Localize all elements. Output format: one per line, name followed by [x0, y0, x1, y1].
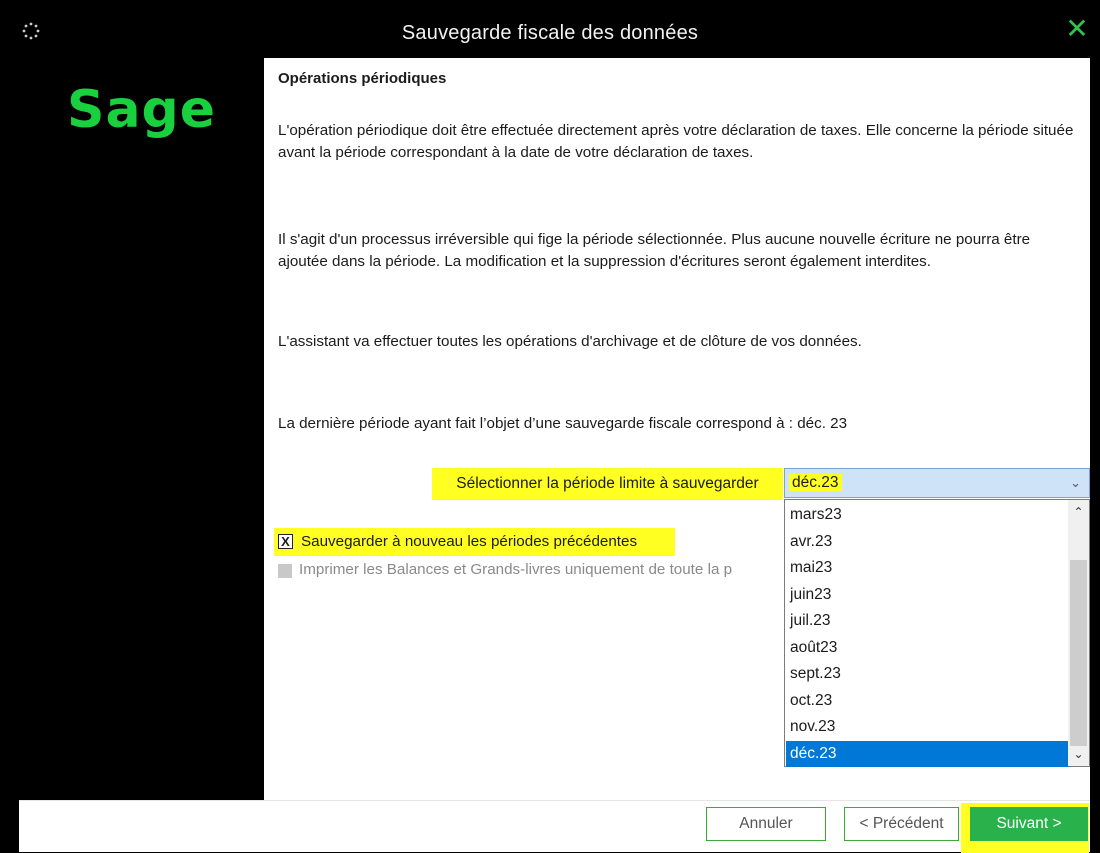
intro-paragraph: L'opération périodique doit être effectu…: [278, 122, 1074, 161]
assistant-paragraph: L'assistant va effectuer toutes les opér…: [278, 333, 862, 350]
window-title: Sauvegarde fiscale des données: [401, 22, 699, 44]
title-bar: Sauvegarde fiscale des données ✕: [0, 0, 1100, 58]
resave-periods-checkbox[interactable]: X Sauvegarder à nouveau les périodes pré…: [274, 528, 675, 556]
period-option[interactable]: sept.23: [786, 661, 1069, 688]
period-option[interactable]: juil.23: [786, 608, 1069, 635]
period-select-label: Sélectionner la période limite à sauvega…: [432, 468, 783, 500]
period-option[interactable]: mai23: [786, 555, 1069, 582]
checkbox-box-disabled: [278, 564, 292, 578]
print-balances-checkbox: Imprimer les Balances et Grands-livres u…: [278, 561, 783, 583]
period-option[interactable]: nov.23: [786, 714, 1069, 741]
period-select[interactable]: déc.23 ⌄: [784, 468, 1090, 498]
resave-periods-label: Sauvegarder à nouveau les périodes précé…: [301, 533, 638, 550]
print-balances-label: Imprimer les Balances et Grands-livres u…: [299, 561, 733, 578]
period-option[interactable]: oct.23: [786, 688, 1069, 715]
close-icon[interactable]: ✕: [1064, 14, 1090, 44]
period-option[interactable]: avr.23: [786, 529, 1069, 556]
checkbox-box[interactable]: X: [278, 534, 293, 549]
wizard-footer: Annuler < Précédent Suivant >: [19, 800, 1090, 853]
period-option[interactable]: août23: [786, 635, 1069, 662]
next-button[interactable]: Suivant >: [970, 807, 1088, 841]
previous-button[interactable]: < Précédent: [844, 807, 959, 841]
last-period-paragraph: La dernière période ayant fait l’objet d…: [278, 415, 848, 432]
warning-paragraph: Il s'agit d'un processus irréversible qu…: [278, 231, 1031, 270]
scroll-down-icon[interactable]: ⌄: [1068, 744, 1089, 764]
wizard-content: Opérations périodiques L'opération pério…: [264, 58, 1090, 800]
period-option[interactable]: déc.23: [786, 740, 1069, 767]
period-dropdown-list[interactable]: mars23 avr.23 mai23 juin23 juil.23 août23 sept…: [784, 499, 1090, 767]
scroll-up-icon[interactable]: ⌃: [1068, 502, 1089, 522]
page-title: Opérations périodiques: [278, 70, 447, 87]
period-option[interactable]: mars23: [786, 502, 1069, 529]
cancel-button[interactable]: Annuler: [706, 807, 826, 841]
sage-logo: Sage: [67, 80, 217, 140]
sidebar: Sage: [19, 58, 264, 800]
period-select-value: déc.23: [789, 474, 842, 491]
period-option[interactable]: juin23: [786, 582, 1069, 609]
chevron-down-icon[interactable]: ⌄: [1070, 469, 1081, 497]
dropdown-scrollbar[interactable]: ⌃ ⌄: [1068, 500, 1089, 766]
scrollbar-thumb[interactable]: [1070, 560, 1087, 746]
